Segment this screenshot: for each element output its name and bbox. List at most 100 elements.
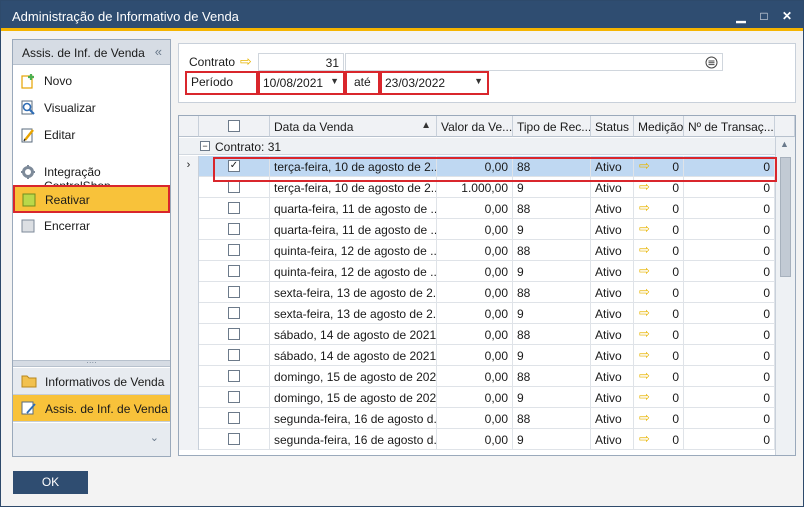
contrato-description-field[interactable]: [345, 53, 723, 71]
checkbox-cell[interactable]: [199, 387, 270, 408]
row-checkbox[interactable]: [228, 412, 240, 424]
checkbox-cell[interactable]: [199, 261, 270, 282]
sidebar-item-encerrar[interactable]: Encerrar: [14, 213, 169, 239]
collapse-group-icon[interactable]: −: [200, 141, 210, 151]
table-row[interactable]: sexta-feira, 13 de agosto de 2... 0,00 9 At…: [179, 303, 775, 324]
sidebar-item-novo[interactable]: Novo: [14, 68, 169, 94]
link-arrow-icon[interactable]: ⇨: [639, 368, 650, 384]
periodo-from-field[interactable]: 10/08/2021 ▼: [260, 73, 343, 91]
checkbox-cell[interactable]: [199, 219, 270, 240]
row-indicator[interactable]: [179, 198, 199, 219]
nav-assis-de-inf-de-venda[interactable]: Assis. de Inf. de Venda: [13, 395, 170, 422]
ok-button[interactable]: OK: [13, 471, 88, 494]
row-indicator[interactable]: [179, 366, 199, 387]
row-indicator[interactable]: [179, 261, 199, 282]
row-indicator[interactable]: [179, 303, 199, 324]
row-indicator[interactable]: [179, 408, 199, 429]
sidebar-item-reativar[interactable]: Reativar: [13, 185, 170, 213]
row-indicator[interactable]: [179, 219, 199, 240]
link-arrow-icon[interactable]: ⇨: [639, 284, 650, 300]
table-row[interactable]: segunda-feira, 16 de agosto d... 0,00 88 At…: [179, 408, 775, 429]
row-indicator[interactable]: [179, 324, 199, 345]
col-header-medicao[interactable]: Medição: [634, 116, 684, 137]
row-checkbox[interactable]: [228, 181, 240, 193]
table-row[interactable]: domingo, 15 de agosto de 2021 0,00 88 Ativo…: [179, 366, 775, 387]
col-header-data-da-venda[interactable]: Data da Venda ▲: [270, 116, 437, 137]
list-choose-icon[interactable]: [705, 56, 718, 69]
row-indicator[interactable]: [179, 345, 199, 366]
sidebar-item-editar[interactable]: Editar: [14, 122, 169, 148]
col-header-tipo[interactable]: Tipo de Rec...: [513, 116, 591, 137]
periodo-to-field[interactable]: 23/03/2022 ▼: [382, 73, 487, 91]
row-indicator[interactable]: [179, 387, 199, 408]
checkbox-cell[interactable]: [199, 282, 270, 303]
link-arrow-icon[interactable]: ⇨: [639, 326, 650, 342]
row-checkbox[interactable]: [228, 202, 240, 214]
row-indicator[interactable]: [179, 429, 199, 450]
nav-informativos-de-venda[interactable]: Informativos de Venda: [13, 368, 170, 395]
table-row[interactable]: sábado, 14 de agosto de 2021 0,00 9 Ativo ⇨ 0…: [179, 345, 775, 366]
table-row[interactable]: domingo, 15 de agosto de 2021 0,00 9 Ativo ⇨…: [179, 387, 775, 408]
link-arrow-icon[interactable]: ⇨: [639, 305, 650, 321]
vertical-scrollbar[interactable]: ▲: [775, 137, 795, 455]
group-row-contrato[interactable]: − Contrato: 31: [179, 138, 775, 155]
row-checkbox[interactable]: [228, 286, 240, 298]
sidebar-item-visualizar[interactable]: Visualizar: [14, 95, 169, 121]
link-arrow-icon[interactable]: ⇨: [639, 389, 650, 405]
checkbox-cell[interactable]: [199, 408, 270, 429]
dropdown-arrow-icon[interactable]: ▼: [474, 76, 483, 86]
table-row[interactable]: sábado, 14 de agosto de 2021 0,00 88 Ativo ⇨…: [179, 324, 775, 345]
row-checkbox[interactable]: [228, 370, 240, 382]
select-all-checkbox[interactable]: [228, 120, 240, 132]
row-checkbox[interactable]: [228, 223, 240, 235]
table-row[interactable]: quarta-feira, 11 de agosto de ... 0,00 9 At…: [179, 219, 775, 240]
row-checkbox[interactable]: [228, 328, 240, 340]
dropdown-arrow-icon[interactable]: ▼: [330, 76, 339, 86]
sidebar-splitter[interactable]: ····: [13, 359, 170, 367]
checkbox-cell[interactable]: [199, 366, 270, 387]
link-arrow-icon[interactable]: ⇨: [639, 221, 650, 237]
link-arrow-icon[interactable]: ⇨: [639, 263, 650, 279]
row-checkbox[interactable]: [228, 265, 240, 277]
checkbox-cell[interactable]: [199, 429, 270, 450]
table-row[interactable]: quinta-feira, 12 de agosto de ... 0,00 9 At…: [179, 261, 775, 282]
minimize-button[interactable]: ▁: [731, 7, 751, 25]
table-row[interactable]: sexta-feira, 13 de agosto de 2... 0,00 88 A…: [179, 282, 775, 303]
checkbox-cell[interactable]: [199, 240, 270, 261]
close-button[interactable]: ✕: [777, 7, 797, 25]
row-indicator[interactable]: [179, 240, 199, 261]
chevron-down-icon[interactable]: ⌄: [150, 431, 159, 444]
row-checkbox[interactable]: [228, 307, 240, 319]
link-arrow-icon[interactable]: ⇨: [639, 347, 650, 363]
link-arrow-icon[interactable]: ⇨: [240, 53, 252, 70]
checkbox-cell[interactable]: [199, 345, 270, 366]
col-header-valor[interactable]: Valor da Ve...: [437, 116, 513, 137]
table-row[interactable]: quinta-feira, 12 de agosto de ... 0,00 88 A…: [179, 240, 775, 261]
contrato-field[interactable]: 31: [258, 53, 344, 71]
table-row[interactable]: quarta-feira, 11 de agosto de ... 0,00 88 A…: [179, 198, 775, 219]
row-indicator[interactable]: [179, 282, 199, 303]
row-checkbox[interactable]: [228, 433, 240, 445]
maximize-button[interactable]: □: [754, 7, 774, 25]
scroll-thumb[interactable]: [780, 157, 791, 277]
cell-text: 9: [517, 181, 524, 195]
link-arrow-icon[interactable]: ⇨: [639, 410, 650, 426]
checkbox-cell[interactable]: [199, 198, 270, 219]
row-checkbox[interactable]: [228, 244, 240, 256]
link-arrow-icon[interactable]: ⇨: [639, 200, 650, 216]
scroll-up-icon[interactable]: ▲: [780, 139, 789, 149]
link-arrow-icon[interactable]: ⇨: [639, 431, 650, 447]
table-row[interactable]: segunda-feira, 16 de agosto d... 0,00 9 Ati…: [179, 429, 775, 450]
row-indicator[interactable]: [179, 177, 199, 198]
sidebar-item-integracao[interactable]: Integração ControlShop: [14, 159, 169, 193]
select-all-header[interactable]: [199, 116, 270, 137]
row-checkbox[interactable]: [228, 349, 240, 361]
checkbox-cell[interactable]: [199, 303, 270, 324]
checkbox-cell[interactable]: [199, 324, 270, 345]
col-header-status[interactable]: Status: [591, 116, 634, 137]
col-header-transacoes[interactable]: Nº de Transaç...: [684, 116, 775, 137]
row-checkbox[interactable]: [228, 391, 240, 403]
link-arrow-icon[interactable]: ⇨: [639, 242, 650, 258]
collapse-sidebar-icon[interactable]: «: [155, 44, 162, 59]
row-indicator[interactable]: ›: [179, 156, 199, 177]
